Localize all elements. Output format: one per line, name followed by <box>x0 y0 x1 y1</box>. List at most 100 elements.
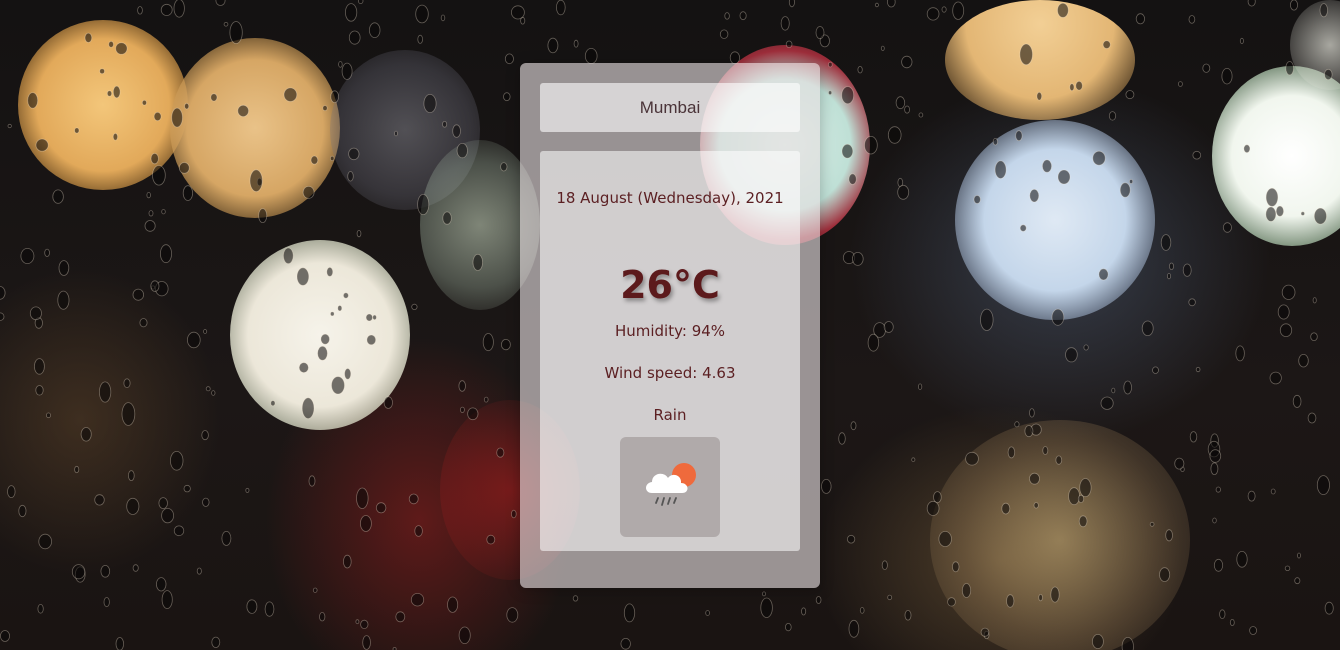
raindrop <box>123 378 131 389</box>
raindrop <box>1057 169 1071 185</box>
raindrop <box>322 105 328 111</box>
raindrop <box>926 7 940 21</box>
raindrop <box>801 607 807 616</box>
raindrop <box>84 32 93 43</box>
raindrop <box>784 622 792 632</box>
raindrop <box>864 135 878 155</box>
raindrop <box>938 531 952 548</box>
raindrop <box>337 305 343 312</box>
raindrop <box>1024 425 1034 438</box>
raindrop <box>196 567 202 575</box>
raindrop <box>472 253 484 271</box>
raindrop <box>572 595 579 602</box>
raindrop <box>344 3 358 22</box>
raindrop <box>1221 67 1233 85</box>
raindrop <box>128 470 135 482</box>
raindrop <box>106 90 113 97</box>
weather-panel: 18 August (Wednesday), 2021 26°C Humidit… <box>540 151 800 551</box>
raindrop <box>821 478 832 494</box>
raindrop <box>1195 366 1201 373</box>
raindrop <box>205 386 211 392</box>
raindrop <box>1123 380 1132 395</box>
raindrop <box>859 607 865 614</box>
raindrop <box>360 619 369 630</box>
raindrop <box>447 596 459 613</box>
raindrop <box>0 630 10 642</box>
raindrop <box>215 0 226 6</box>
raindrop <box>0 286 6 300</box>
raindrop <box>112 133 119 141</box>
raindrop <box>1051 308 1065 326</box>
raindrop <box>547 37 559 54</box>
raindrop <box>221 531 232 546</box>
raindrop <box>584 48 598 65</box>
raindrop <box>137 6 143 15</box>
raindrop <box>1036 91 1043 101</box>
raindrop <box>159 244 172 264</box>
raindrop <box>182 185 193 201</box>
raindrop <box>115 637 124 650</box>
raindrop <box>395 611 406 623</box>
raindrop <box>1202 63 1211 73</box>
raindrop <box>203 329 208 334</box>
raindrop <box>99 68 105 75</box>
raindrop <box>366 334 377 346</box>
raindrop <box>152 165 166 186</box>
raindrop <box>411 303 418 310</box>
raindrop <box>410 593 425 607</box>
raindrop <box>112 85 121 99</box>
raindrop <box>201 430 209 441</box>
raindrop <box>1294 577 1301 585</box>
raindrop <box>153 111 162 122</box>
raindrop <box>317 345 328 361</box>
raindrop <box>1029 472 1040 485</box>
raindrop <box>18 504 27 518</box>
raindrop <box>302 185 315 199</box>
raindrop <box>348 30 361 45</box>
raindrop <box>1312 297 1317 304</box>
raindrop <box>355 619 360 625</box>
raindrop <box>338 61 343 68</box>
raindrop <box>1284 565 1291 571</box>
raindrop <box>38 533 52 550</box>
raindrop <box>1212 517 1217 524</box>
raindrop <box>851 251 864 266</box>
raindrop <box>1300 211 1305 216</box>
cloud-rain-sun-icon <box>646 463 696 506</box>
raindrop <box>283 87 298 102</box>
raindrop <box>29 306 42 321</box>
raindrop <box>1285 61 1294 76</box>
raindrop <box>115 42 128 55</box>
raindrop <box>815 26 825 40</box>
raindrop <box>980 627 990 637</box>
raindrop <box>1277 304 1290 320</box>
raindrop <box>941 6 947 13</box>
raindrop <box>417 34 424 44</box>
raindrop <box>452 124 461 138</box>
raindrop <box>1192 150 1202 160</box>
city-search-input[interactable] <box>540 83 800 132</box>
raindrop <box>442 121 448 128</box>
raindrop <box>356 230 362 238</box>
humidity-text: Humidity: 94% <box>614 322 726 340</box>
raindrop <box>319 612 326 622</box>
raindrop <box>980 308 994 331</box>
raindrop <box>1006 594 1015 608</box>
raindrop <box>1042 446 1049 455</box>
raindrop <box>573 39 579 48</box>
raindrop <box>911 457 916 463</box>
raindrop <box>100 564 111 578</box>
raindrop <box>883 321 894 333</box>
raindrop <box>867 333 880 352</box>
raindrop <box>1167 272 1172 280</box>
raindrop <box>1298 354 1309 368</box>
raindrop <box>1159 567 1171 582</box>
raindrop <box>511 5 525 20</box>
raindrop <box>918 112 924 118</box>
raindrop <box>623 603 636 623</box>
raindrop <box>1324 68 1333 81</box>
raindrop <box>347 171 354 182</box>
raindrop <box>359 515 372 532</box>
raindrop <box>52 189 64 204</box>
raindrop <box>848 173 857 185</box>
